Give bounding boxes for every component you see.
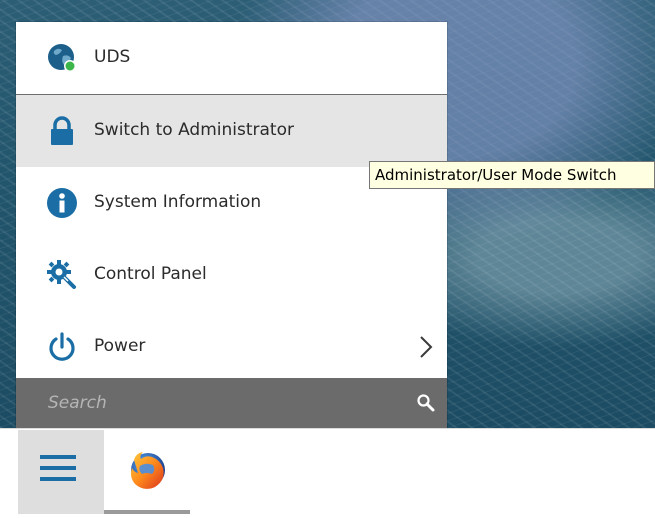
chevron-right-icon[interactable] <box>417 335 435 359</box>
tooltip: Administrator/User Mode Switch <box>369 161 655 189</box>
control-panel-icon <box>46 259 78 291</box>
start-menu: UDS Switch to Administrator System Infor… <box>16 22 447 428</box>
menu-item-label: Control Panel <box>94 264 207 284</box>
menu-item-label: Power <box>94 336 146 356</box>
start-menu-button[interactable] <box>18 430 104 514</box>
active-window-indicator <box>104 510 190 514</box>
menu-item-label: System Information <box>94 192 262 212</box>
search-icon[interactable] <box>416 393 436 413</box>
taskbar-border <box>0 428 655 429</box>
lock-icon <box>46 115 78 147</box>
power-icon <box>46 331 78 363</box>
menu-item-control-panel[interactable]: Control Panel <box>16 239 447 311</box>
taskbar <box>0 428 655 518</box>
menu-item-uds[interactable]: UDS <box>16 22 447 94</box>
search-input[interactable] <box>16 378 396 428</box>
search-bar <box>16 378 447 428</box>
uds-globe-icon <box>46 42 78 74</box>
firefox-taskbar-button[interactable] <box>104 430 190 514</box>
info-icon <box>46 187 78 219</box>
menu-item-label: Switch to Administrator <box>94 120 294 140</box>
menu-item-label: UDS <box>94 47 131 67</box>
menu-item-power[interactable]: Power <box>16 311 447 383</box>
firefox-icon <box>126 448 170 492</box>
menu-item-switch-to-administrator[interactable]: Switch to Administrator <box>16 95 447 167</box>
